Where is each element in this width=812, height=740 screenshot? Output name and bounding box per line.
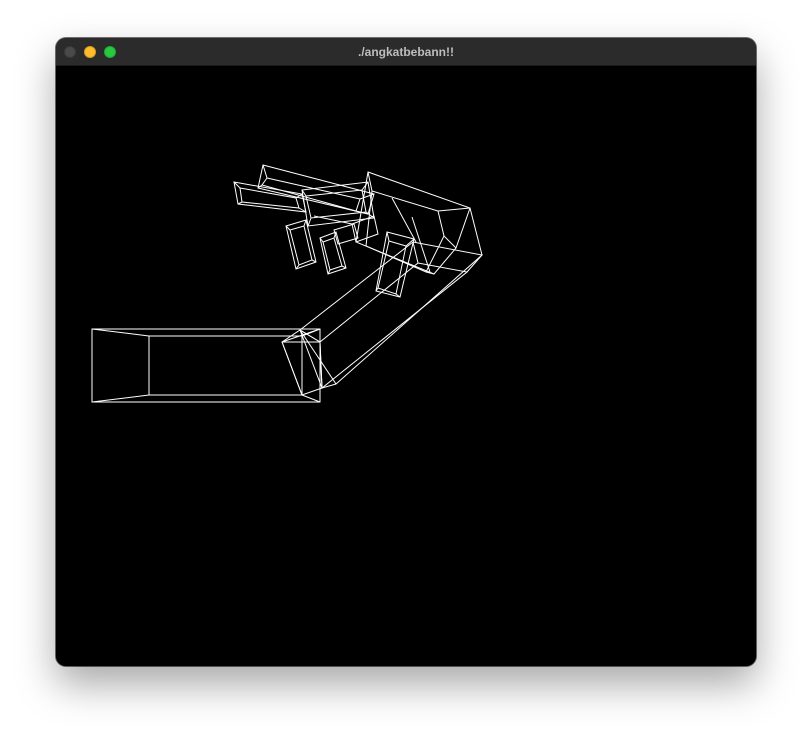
finger-four-wireframe	[285, 219, 317, 270]
title-bar[interactable]: ./angkatbebann!!	[56, 38, 756, 66]
forearm-wireframe	[299, 241, 484, 390]
thumb-wireframe	[375, 231, 415, 298]
window-title: ./angkatbebann!!	[357, 45, 454, 59]
finger-five-wireframe	[319, 231, 347, 275]
app-window: ./angkatbebann!!	[56, 38, 756, 666]
render-canvas[interactable]	[56, 66, 756, 666]
wireframe-scene	[91, 164, 484, 403]
palm-wireframe	[355, 171, 483, 275]
